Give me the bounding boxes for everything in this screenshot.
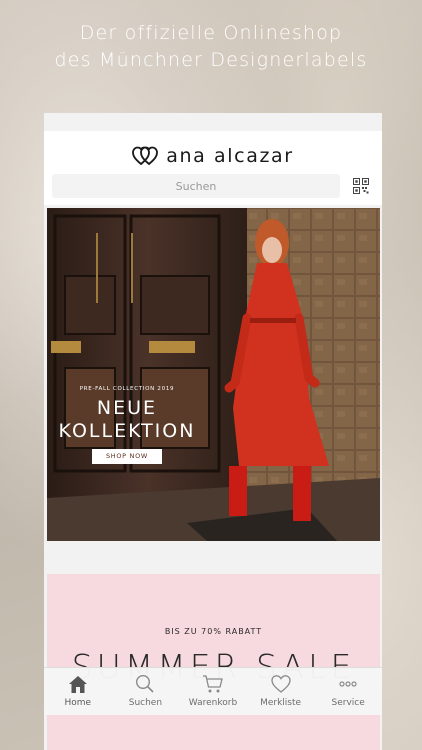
bottom-tab-bar: Home Suchen Warenkorb Merkliste Service [44,667,382,715]
tab-cart[interactable]: Warenkorb [179,668,246,715]
hearts-logo-icon [132,146,159,166]
qr-code-icon[interactable] [353,178,369,194]
tab-search[interactable]: Suchen [112,668,179,715]
shop-now-button[interactable]: SHOP NOW [92,449,162,464]
brand-logo[interactable]: ana alcazar [132,145,293,167]
promo-line-2: des Münchner Designerlabels [54,49,368,71]
hero-photo [47,208,380,541]
more-icon [339,681,357,687]
search-bar: Suchen [44,171,382,205]
tab-label-search: Suchen [128,698,163,708]
heart-icon [270,675,291,693]
tab-label-wishlist: Merkliste [260,698,302,708]
hero-title-line-1: NEUE [96,397,158,419]
search-icon [136,674,154,693]
sale-subtitle: BIS ZU 70% RABATT [164,627,263,636]
hero-text-overlay: PRE-FALL COLLECTION 2019 NEUE KOLLEKTION… [47,386,207,464]
promo-line-1: Der offizielle Onlineshop [79,22,343,44]
tab-label-home: Home [64,698,92,708]
home-icon [68,676,87,693]
tab-home[interactable]: Home [44,668,111,715]
hero-title-line-2: KOLLEKTION [58,420,196,442]
cart-icon [202,675,223,693]
tab-service[interactable]: Service [315,668,382,715]
tab-wishlist[interactable]: Merkliste [247,668,314,715]
hero-subtitle: PRE-FALL COLLECTION 2019 [79,386,175,392]
tab-label-service: Service [331,698,365,708]
brand-name: ana alcazar [166,145,294,167]
app-screen: ana alcazar Suchen PRE-FALL COLLECTION 2… [44,113,382,750]
tab-label-cart: Warenkorb [188,698,238,708]
promo-heading: Der offizielle Onlineshop des Münchner D… [0,20,422,74]
hero-banner-new-collection[interactable]: PRE-FALL COLLECTION 2019 NEUE KOLLEKTION… [47,208,380,541]
summer-sale-banner[interactable]: BIS ZU 70% RABATT SUMMER SALE [47,574,380,750]
search-input[interactable]: Suchen [52,174,340,198]
